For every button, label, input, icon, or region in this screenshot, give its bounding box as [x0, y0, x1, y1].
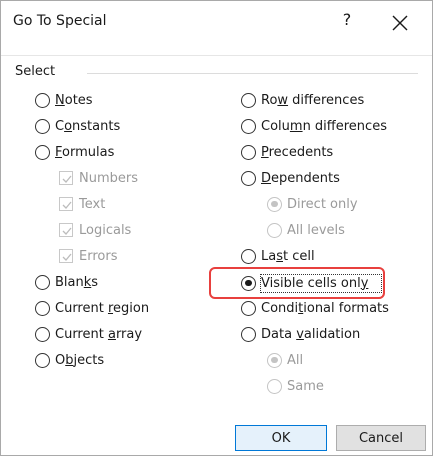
option-label: Blanks	[55, 274, 99, 290]
checkbox-label: Numbers	[79, 170, 138, 186]
option-conditional-formats[interactable]: Conditional formats	[241, 298, 389, 318]
checkmark-icon	[62, 227, 72, 235]
checkbox-label: Logicals	[79, 222, 132, 238]
title-separator	[1, 55, 432, 56]
option-label: Data validation	[261, 326, 361, 342]
checkbox[interactable]	[59, 249, 73, 263]
option-validation-all[interactable]: All	[267, 350, 303, 370]
option-objects[interactable]: Objects	[35, 350, 104, 370]
option-label: Formulas	[55, 144, 115, 160]
option-label: Column differences	[261, 118, 387, 134]
option-current-array[interactable]: Current array	[35, 324, 142, 344]
option-visible-cells-only[interactable]: Visible cells only	[241, 273, 368, 293]
title-bar: Go To Special ?	[1, 1, 432, 45]
radio-button[interactable]	[35, 300, 50, 316]
option-data-validation[interactable]: Data validation	[241, 324, 360, 344]
option-label: Same	[287, 378, 324, 394]
radio-button[interactable]	[35, 352, 50, 368]
option-notes[interactable]: Notes	[35, 90, 93, 110]
radio-button[interactable]	[267, 352, 282, 368]
option-label: Row differences	[261, 92, 365, 108]
radio-button[interactable]	[241, 275, 256, 291]
group-box-line	[87, 73, 418, 74]
radio-button[interactable]	[35, 274, 50, 290]
checkbox-label: Text	[79, 196, 106, 212]
checkbox[interactable]	[59, 171, 73, 185]
radio-button[interactable]	[241, 170, 256, 186]
radio-button[interactable]	[267, 196, 282, 212]
checkbox-numbers[interactable]: Numbers	[59, 168, 138, 188]
checkbox-label: Errors	[79, 248, 118, 264]
radio-button[interactable]	[241, 300, 256, 316]
option-label: Current region	[55, 300, 150, 316]
option-label: Notes	[55, 92, 93, 108]
checkmark-icon	[62, 253, 72, 261]
radio-button[interactable]	[267, 378, 282, 394]
checkmark-icon	[62, 201, 72, 209]
option-label: Last cell	[261, 248, 315, 264]
go-to-special-dialog: Go To Special ? Select Notes Constants F…	[0, 0, 433, 456]
radio-button[interactable]	[35, 92, 50, 108]
help-button[interactable]: ?	[337, 10, 357, 29]
checkbox-logicals[interactable]: Logicals	[59, 220, 131, 240]
radio-button[interactable]	[267, 222, 282, 238]
radio-button[interactable]	[241, 118, 256, 134]
option-current-region[interactable]: Current region	[35, 298, 149, 318]
option-label: Precedents	[261, 144, 334, 160]
radio-button[interactable]	[35, 144, 50, 160]
option-label: All levels	[287, 222, 345, 238]
cancel-button[interactable]: Cancel	[336, 425, 426, 451]
ok-button[interactable]: OK	[235, 425, 327, 451]
radio-button[interactable]	[241, 92, 256, 108]
option-precedents[interactable]: Precedents	[241, 142, 333, 162]
checkbox-errors[interactable]: Errors	[59, 246, 117, 266]
checkbox-text[interactable]: Text	[59, 194, 105, 214]
option-label: Constants	[55, 118, 121, 134]
checkbox[interactable]	[59, 223, 73, 237]
option-validation-same[interactable]: Same	[267, 376, 324, 396]
option-column-differences[interactable]: Column differences	[241, 116, 387, 136]
dialog-title: Go To Special	[13, 13, 107, 29]
option-label: Current array	[55, 326, 143, 342]
option-label: Conditional formats	[261, 300, 389, 316]
option-direct-only[interactable]: Direct only	[267, 194, 358, 214]
option-row-differences[interactable]: Row differences	[241, 90, 364, 110]
radio-button[interactable]	[241, 326, 256, 342]
option-label: Dependents	[261, 170, 340, 186]
option-label: Objects	[55, 352, 105, 368]
radio-button[interactable]	[35, 118, 50, 134]
close-icon[interactable]	[388, 11, 412, 35]
option-last-cell[interactable]: Last cell	[241, 246, 315, 266]
checkbox[interactable]	[59, 197, 73, 211]
radio-button[interactable]	[35, 326, 50, 342]
option-label: Visible cells only	[261, 275, 369, 291]
option-blanks[interactable]: Blanks	[35, 272, 98, 292]
option-constants[interactable]: Constants	[35, 116, 120, 136]
group-label-select: Select	[15, 64, 56, 79]
option-dependents[interactable]: Dependents	[241, 168, 340, 188]
radio-button[interactable]	[241, 248, 256, 264]
option-formulas[interactable]: Formulas	[35, 142, 114, 162]
option-label: All	[287, 352, 304, 368]
option-all-levels[interactable]: All levels	[267, 220, 345, 240]
checkmark-icon	[62, 175, 72, 183]
radio-button[interactable]	[241, 144, 256, 160]
option-label: Direct only	[287, 196, 358, 212]
